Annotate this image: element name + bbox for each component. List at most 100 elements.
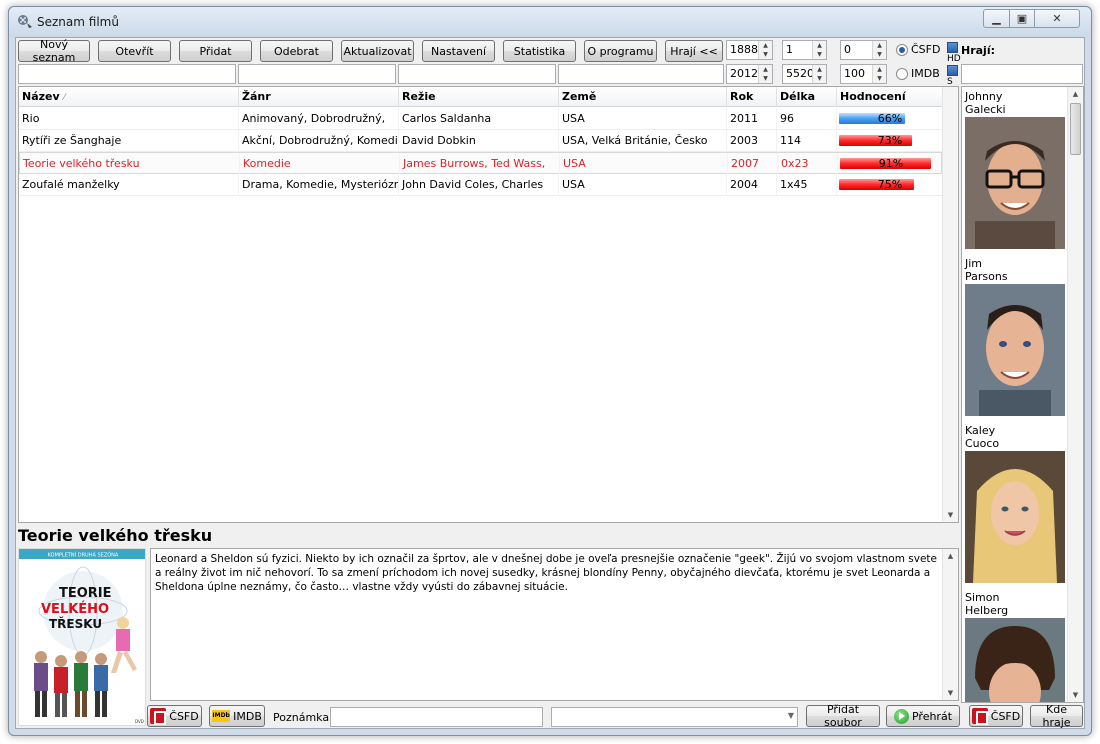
spinner-arrows-icon[interactable]: ▲ ▼ xyxy=(812,41,826,59)
spinner-arrows-icon[interactable]: ▲ ▼ xyxy=(872,65,886,83)
app-window: Seznam filmů ▁ ▣ ✕ Nový seznam Otevřít P… xyxy=(8,6,1092,736)
cast-scrollbar[interactable]: ▲ ▼ xyxy=(1067,87,1083,702)
filter-genre-input[interactable] xyxy=(238,64,396,84)
filter-title-input[interactable] xyxy=(18,64,236,84)
rating-text: 91% xyxy=(878,157,904,170)
new-list-button[interactable]: Nový seznam xyxy=(18,38,90,64)
film-reel-icon xyxy=(18,15,32,28)
add-file-button[interactable]: Přidat soubor xyxy=(806,703,880,729)
update-button[interactable]: Aktualizovat xyxy=(341,40,414,62)
play-button[interactable]: Přehrát xyxy=(886,705,960,727)
actor-item[interactable]: Simon Helberg xyxy=(965,591,1067,702)
column-header-length[interactable]: Délka xyxy=(777,87,837,107)
actor-photo xyxy=(965,618,1065,702)
cell-rating: 91% xyxy=(838,153,945,174)
file-dropdown[interactable]: ▼ xyxy=(551,707,798,727)
cell-length: 96 xyxy=(777,108,837,129)
source-imdb-radio[interactable]: IMDB xyxy=(896,67,940,80)
spinner-arrows-icon[interactable]: ▲ ▼ xyxy=(758,65,772,83)
rating-to-spinner[interactable]: 100 ▲ ▼ xyxy=(840,64,887,84)
actor-item[interactable]: Jim Parsons xyxy=(965,257,1067,416)
statistics-button[interactable]: Statistika xyxy=(503,40,576,62)
column-header-year[interactable]: Rok xyxy=(727,87,777,107)
note-label: Poznámka: xyxy=(273,711,333,724)
poster-title-3: TŘESKU xyxy=(49,616,102,631)
window-title: Seznam filmů xyxy=(37,15,119,29)
settings-button[interactable]: Nastavení xyxy=(422,40,495,62)
scroll-down-arrow-icon[interactable]: ▼ xyxy=(1068,688,1083,702)
about-button[interactable]: O programu xyxy=(584,40,657,62)
rating-from-spinner[interactable]: 0 ▲ ▼ xyxy=(840,40,887,60)
cell-country: USA xyxy=(560,153,728,174)
cell-country: USA, Velká Británie, Česko xyxy=(559,130,727,151)
actor-name: Simon Helberg xyxy=(965,591,1009,617)
scroll-down-arrow-icon[interactable]: ▼ xyxy=(943,686,958,700)
cell-length: 114 xyxy=(777,130,837,151)
actor-item[interactable]: Johnny Galecki xyxy=(965,90,1067,249)
length-from-spinner[interactable]: 1 ▲ ▼ xyxy=(782,40,827,60)
filter-country-input[interactable] xyxy=(558,64,724,84)
hd-label: HD xyxy=(947,54,961,64)
spinner-arrows-icon[interactable]: ▲ ▼ xyxy=(758,41,772,59)
description-scrollbar[interactable]: ▲ ▼ xyxy=(942,549,958,700)
close-button[interactable]: ✕ xyxy=(1034,9,1080,28)
table-row-selected[interactable]: Teorie velkého třesku Komedie James Burr… xyxy=(19,152,942,174)
column-header-rating[interactable]: Hodnocení xyxy=(837,87,944,107)
table-row[interactable]: Rytíři ze Šanghaje Akční, Dobrodružný, K… xyxy=(19,130,942,152)
remove-button[interactable]: Odebrat xyxy=(260,40,333,62)
actor-item[interactable]: Kaley Cuoco xyxy=(965,424,1067,583)
open-button[interactable]: Otevřít xyxy=(98,40,171,62)
scroll-up-arrow-icon[interactable]: ▲ xyxy=(943,549,958,563)
cell-year: 2011 xyxy=(727,108,777,129)
where-playing-button[interactable]: Kde hraje xyxy=(1030,703,1083,729)
column-header-title[interactable]: Název ⁄ xyxy=(19,87,239,107)
csfd-button[interactable]: ČSFD xyxy=(147,705,202,727)
hd-square-icon xyxy=(947,42,958,53)
cast-toggle-button[interactable]: Hrají << xyxy=(665,40,723,62)
sort-indicator-icon: ⁄ xyxy=(63,93,66,103)
column-header-country[interactable]: Země xyxy=(559,87,727,107)
poster-image: KOMPLETNÍ DRUHÁ SEZÓNA TEORIE VELKÉHO TŘ… xyxy=(19,549,145,725)
poster-banner: KOMPLETNÍ DRUHÁ SEZÓNA xyxy=(48,552,119,559)
scroll-thumb[interactable] xyxy=(1070,103,1081,155)
cast-filter-input[interactable] xyxy=(961,64,1083,84)
description-text: Leonard a Sheldon sú fyzici. Niekto by i… xyxy=(150,548,959,701)
cell-length: 1x45 xyxy=(777,174,837,195)
year-from-spinner[interactable]: 1888 ▲ ▼ xyxy=(726,40,773,60)
rating-text: 75% xyxy=(877,178,903,191)
spinner-arrows-icon[interactable]: ▲ ▼ xyxy=(872,41,886,59)
table-row[interactable]: Zoufalé manželky Drama, Komedie, Mysteri… xyxy=(19,174,942,196)
maximize-button[interactable]: ▣ xyxy=(1009,9,1035,28)
cast-label: Hrají: xyxy=(961,44,995,57)
csfd-cast-button[interactable]: ČSFD xyxy=(969,705,1023,727)
minimize-button[interactable]: ▁ xyxy=(983,9,1010,28)
cell-length: 0x23 xyxy=(778,153,838,174)
spinner-arrows-icon[interactable]: ▲ ▼ xyxy=(812,65,826,83)
year-to-spinner[interactable]: 2012 ▲ ▼ xyxy=(726,64,773,84)
rating-to-value: 100 xyxy=(844,67,865,80)
column-header-genre[interactable]: Žánr xyxy=(239,87,399,107)
imdb-button[interactable]: IMDb IMDB xyxy=(209,705,265,727)
column-header-director[interactable]: Režie xyxy=(399,87,559,107)
note-input[interactable] xyxy=(330,707,543,727)
dvd-logo-icon: DVD xyxy=(135,719,144,724)
cell-director: Carlos Saldanha xyxy=(399,108,559,129)
filter-director-input[interactable] xyxy=(398,64,556,84)
actor-photo xyxy=(965,284,1065,416)
hd-sd-toggle[interactable]: HD S xyxy=(947,41,961,87)
radio-selected-icon xyxy=(896,43,908,56)
cell-director: James Burrows, Ted Wass, xyxy=(400,153,560,174)
length-to-spinner[interactable]: 5520 ▲ ▼ xyxy=(782,64,827,84)
close-icon: ✕ xyxy=(1052,12,1062,25)
source-csfd-radio[interactable]: ČSFD xyxy=(896,43,940,56)
actor-photo xyxy=(965,117,1065,249)
detail-title: Teorie velkého třesku xyxy=(18,526,213,545)
cast-list: Johnny Galecki Jim Parsons Kaley Cuoco S… xyxy=(961,86,1084,703)
scroll-down-arrow-icon[interactable]: ▼ xyxy=(943,508,958,522)
table-row[interactable]: Rio Animovaný, Dobrodružný, Carlos Salda… xyxy=(19,108,942,130)
year-to-value: 2012 xyxy=(730,67,758,80)
cell-title: Rytíři ze Šanghaje xyxy=(19,130,239,151)
add-button[interactable]: Přidat xyxy=(179,40,252,62)
scroll-up-arrow-icon[interactable]: ▲ xyxy=(1068,87,1083,101)
table-scrollbar[interactable]: ▼ xyxy=(942,87,958,522)
